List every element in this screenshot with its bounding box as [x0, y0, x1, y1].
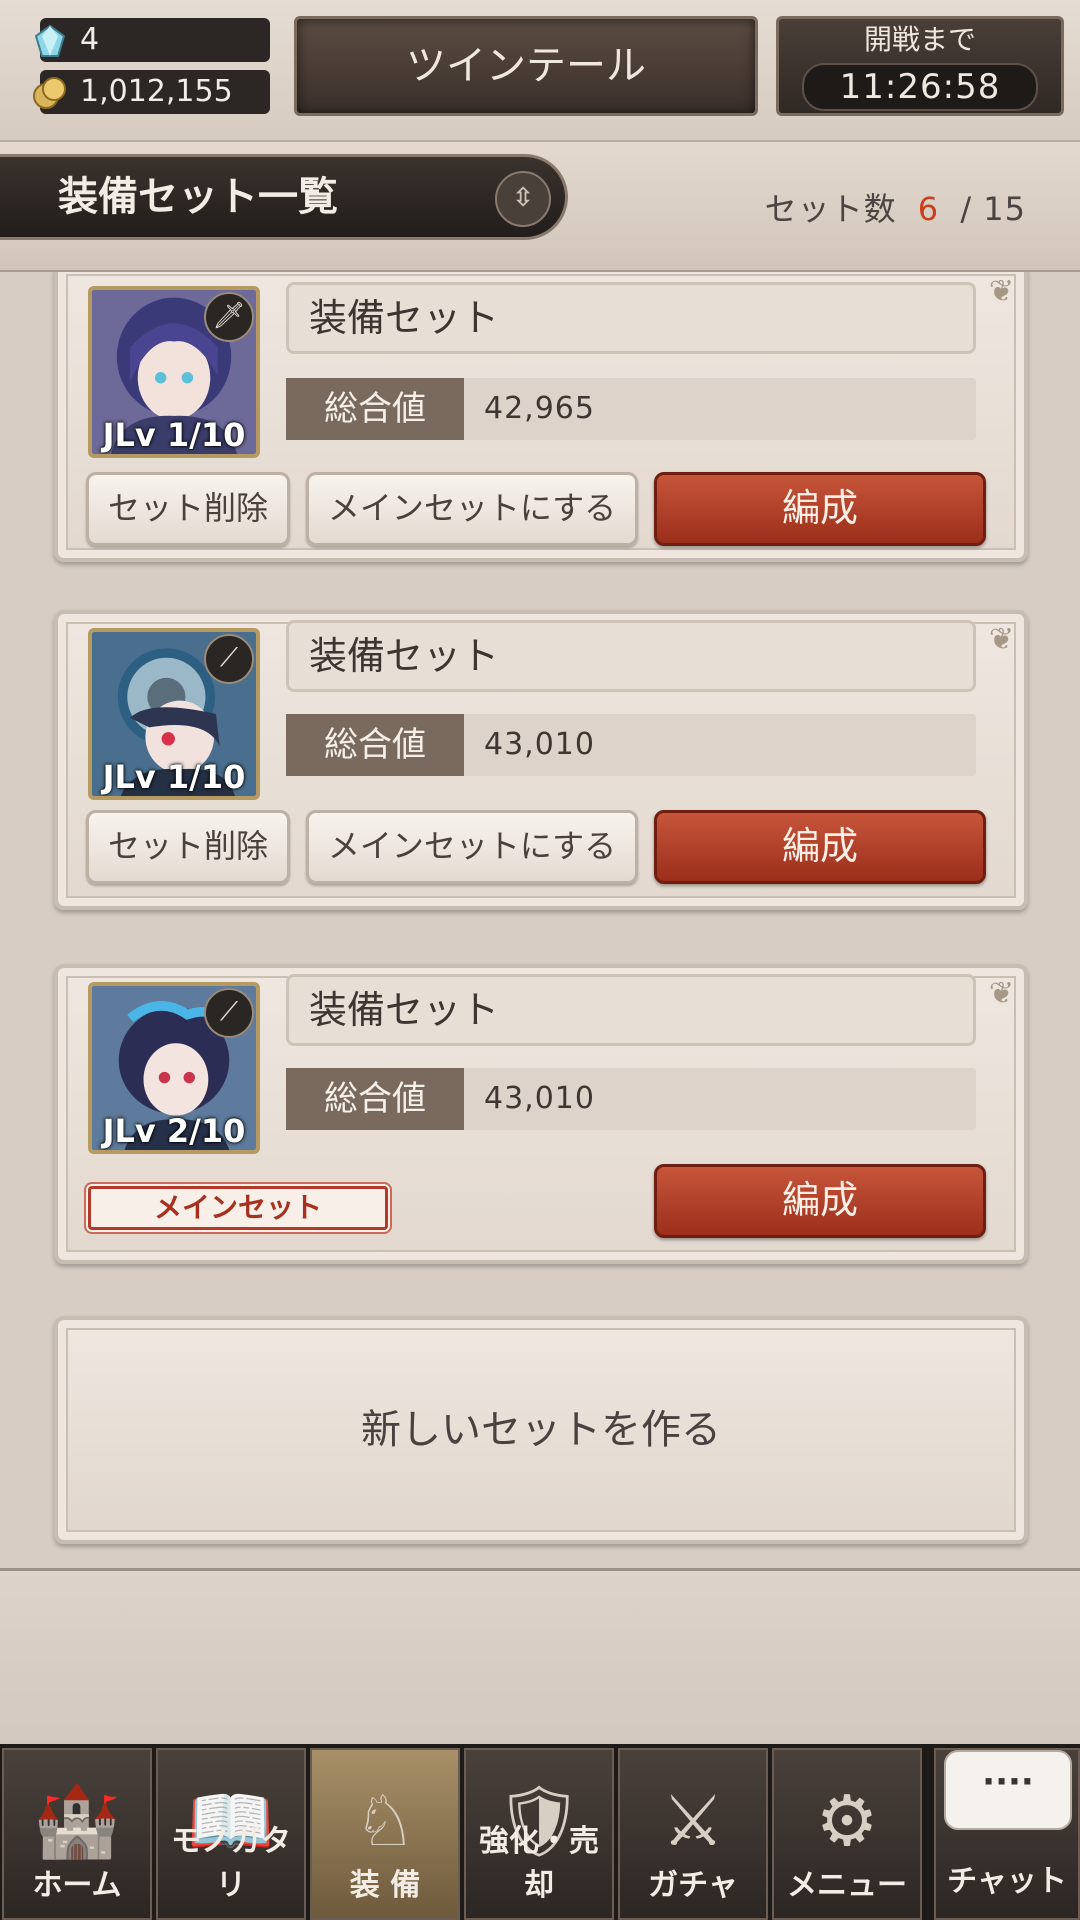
gears-icon: ⚙ — [815, 1780, 879, 1862]
equipment-set-card-main: ❦ ⟋ JLv 2/10 装備セット 総合値 43,010 メインセット 編成 — [54, 964, 1028, 1264]
nav-label: 装 備 — [349, 1868, 421, 1903]
formation-button[interactable]: 編成 — [654, 472, 986, 546]
nav-menu[interactable]: ⚙ メニュー — [772, 1748, 922, 1920]
equipment-set-card: ❦ ⟋ JLv 1/10 装備セット 総合値 43,010 セット削除 メインセ… — [54, 610, 1028, 910]
nav-label: モノガタリ — [171, 1824, 291, 1903]
character-portrait[interactable]: ⟋ JLv 1/10 — [88, 628, 260, 800]
gem-counter: 4 — [34, 18, 270, 62]
total-stat-value: 43,010 — [484, 727, 595, 762]
status-bar: 4 1,012,155 ツインテール 開戦まで 11:26:58 — [0, 0, 1080, 142]
delete-set-button[interactable]: セット削除 — [86, 472, 290, 546]
nav-equipment[interactable]: ♘ 装 備 — [310, 1748, 460, 1920]
character-level: JLv 1/10 — [102, 758, 246, 796]
coin-icon — [33, 77, 66, 109]
corner-ornament-icon: ❦ — [988, 976, 1014, 1011]
delete-set-button[interactable]: セット削除 — [86, 810, 290, 884]
character-portrait[interactable]: 🗡 JLv 1/10 — [88, 286, 260, 458]
sword-icon: 🗡 — [204, 292, 254, 342]
nav-label: メニュー — [787, 1868, 907, 1903]
gold-counter: 1,012,155 — [33, 70, 270, 114]
equipment-set-list[interactable]: ❦ 🗡 JLv 1/10 装備セット 総合値 42,965 セット削除 メインセ… — [0, 272, 1080, 1568]
make-main-set-button[interactable]: メインセットにする — [306, 472, 638, 546]
total-stat: 総合値 43,010 — [286, 1068, 976, 1130]
make-main-set-button[interactable]: メインセットにする — [306, 810, 638, 884]
corner-ornament-icon: ❦ — [988, 274, 1014, 309]
battle-timer: 開戦まで 11:26:58 — [776, 16, 1064, 116]
chat-label: チャット — [947, 1864, 1067, 1899]
bottom-navigation: 🏰 ホーム 📖 モノガタリ ♘ 装 備 🛡 強化・売却 ⚔ ガチャ ⚙ メニュー… — [0, 1744, 1080, 1920]
character-portrait[interactable]: ⟋ JLv 2/10 — [88, 982, 260, 1154]
chat-bubble-icon: ···· — [944, 1750, 1072, 1830]
total-stat: 総合値 42,965 — [286, 378, 976, 440]
set-count-separator: / — [960, 190, 973, 228]
set-count-max: 15 — [983, 190, 1026, 228]
nav-gacha[interactable]: ⚔ ガチャ — [618, 1748, 768, 1920]
formation-button[interactable]: 編成 — [654, 1164, 986, 1238]
total-stat: 総合値 43,010 — [286, 714, 976, 776]
character-level: JLv 2/10 — [102, 1112, 246, 1150]
spear-icon: ⟋ — [204, 634, 254, 684]
nav-enhance-sell[interactable]: 🛡 強化・売却 — [464, 1748, 614, 1920]
gem-icon — [34, 24, 66, 57]
set-name-field[interactable]: 装備セット — [286, 974, 976, 1046]
character-level: JLv 1/10 — [102, 416, 246, 454]
page-title: 装備セット一覧 ⇳ — [0, 154, 568, 240]
nav-story[interactable]: 📖 モノガタリ — [156, 1748, 306, 1920]
equipment-set-card: ❦ 🗡 JLv 1/10 装備セット 総合値 42,965 セット削除 メインセ… — [54, 272, 1028, 562]
total-stat-label: 総合値 — [286, 714, 464, 776]
total-stat-value: 42,965 — [484, 391, 595, 426]
corner-ornament-icon: ❦ — [988, 622, 1014, 657]
main-set-badge: メインセット — [88, 1186, 388, 1230]
chat-button[interactable]: ···· チャット — [934, 1748, 1080, 1920]
set-name-field[interactable]: 装備セット — [286, 282, 976, 354]
party-title[interactable]: ツインテール — [294, 16, 758, 116]
page-title-text: 装備セット一覧 — [58, 174, 338, 220]
puppet-icon: ♘ — [353, 1780, 417, 1862]
castle-icon: 🏰 — [33, 1780, 121, 1862]
create-new-set-label: 新しいセットを作る — [361, 1407, 721, 1453]
total-stat-label: 総合値 — [286, 378, 464, 440]
footer-background — [0, 1568, 1080, 1747]
timer-value: 11:26:58 — [802, 63, 1038, 111]
total-stat-label: 総合値 — [286, 1068, 464, 1130]
sort-icon[interactable]: ⇳ — [495, 171, 551, 227]
nav-label: ガチャ — [648, 1868, 738, 1903]
set-count-current: 6 — [917, 190, 940, 228]
nav-label: 強化・売却 — [479, 1824, 599, 1903]
nav-label: ホーム — [32, 1868, 122, 1903]
spear-icon: ⟋ — [204, 988, 254, 1038]
swords-icon: ⚔ — [661, 1780, 725, 1862]
formation-button[interactable]: 編成 — [654, 810, 986, 884]
gem-count: 4 — [80, 22, 100, 57]
page-header: 装備セット一覧 ⇳ セット数 6 / 15 — [0, 142, 1080, 273]
total-stat-value: 43,010 — [484, 1081, 595, 1116]
create-new-set-button[interactable]: 新しいセットを作る — [54, 1316, 1028, 1544]
timer-label: 開戦まで — [863, 23, 976, 56]
set-name-field[interactable]: 装備セット — [286, 620, 976, 692]
gold-count: 1,012,155 — [80, 74, 233, 109]
nav-home[interactable]: 🏰 ホーム — [2, 1748, 152, 1920]
set-count: セット数 6 / 15 — [765, 184, 1026, 230]
set-count-label: セット数 — [764, 190, 897, 228]
